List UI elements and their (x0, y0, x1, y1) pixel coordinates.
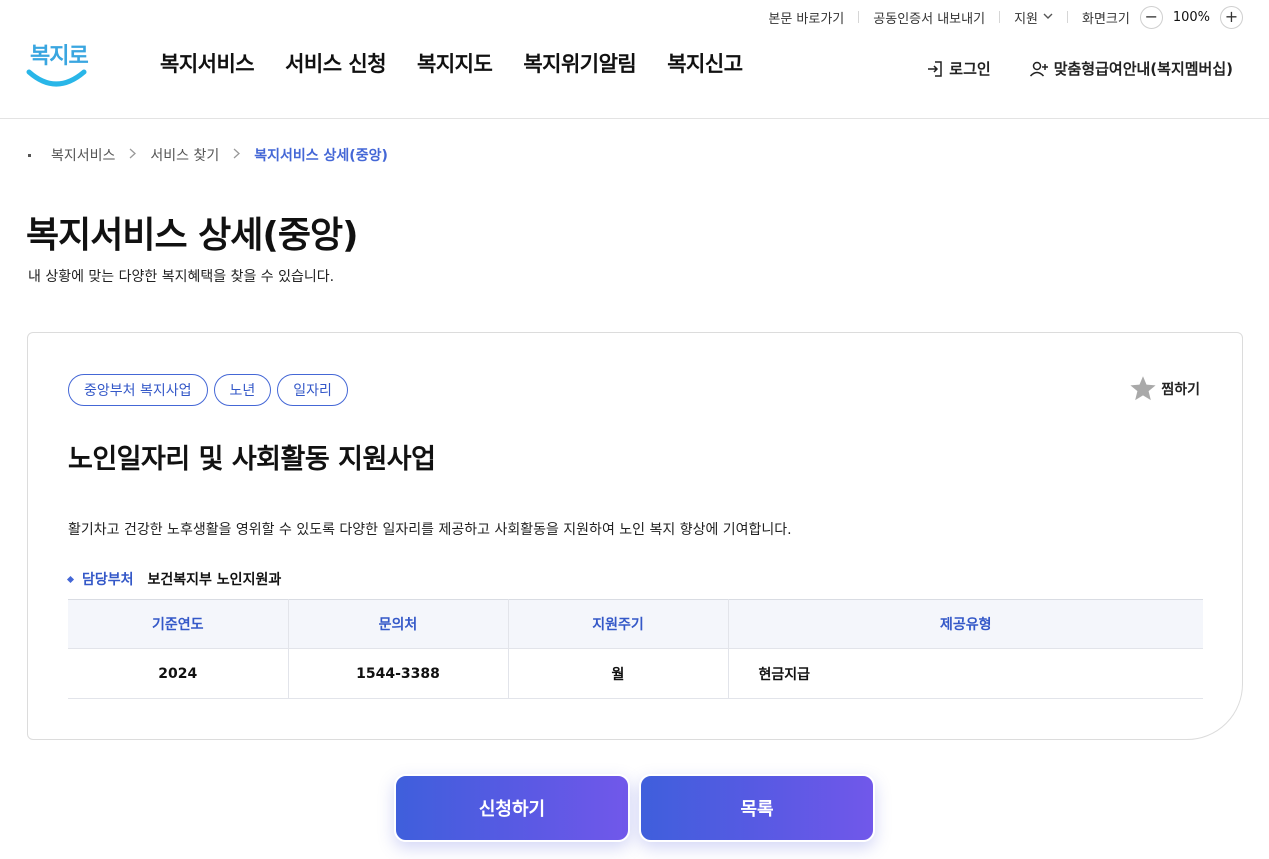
tag-elderly[interactable]: 노년 (213, 374, 272, 406)
chevron-right-icon (233, 148, 241, 163)
tag-central-ministry[interactable]: 중앙부처 복지사업 (68, 374, 208, 406)
skip-to-content-link[interactable]: 본문 바로가기 (768, 8, 844, 27)
table-header-row: 기준연도 문의처 지원주기 제공유형 (68, 599, 1203, 649)
nav-welfare-service[interactable]: 복지서비스 (160, 48, 255, 78)
service-description: 활기차고 건강한 노후생활을 영위할 수 있도록 다양한 일자리를 제공하고 사… (68, 522, 792, 538)
membership-label: 맞춤형급여안내(복지멤버십) (1053, 60, 1233, 78)
star-icon (1130, 376, 1156, 401)
breadcrumb-current: 복지서비스 상세(중앙) (254, 148, 388, 164)
diamond-bullet-icon (66, 575, 75, 583)
nav-welfare-report[interactable]: 복지신고 (667, 48, 743, 78)
login-link[interactable]: 로그인 (926, 58, 991, 79)
zoom-level: 100% (1172, 9, 1210, 25)
zoom-in-button[interactable]: + (1220, 5, 1243, 29)
user-plus-icon (1029, 61, 1048, 77)
service-info-table: 기준연도 문의처 지원주기 제공유형 2024 1544-3388 월 현금지급 (68, 599, 1203, 699)
service-title: 노인일자리 및 사회활동 지원사업 (68, 444, 436, 475)
service-tags: 중앙부처 복지사업 노년 일자리 (68, 374, 354, 406)
department-label: 담당부처 (82, 572, 134, 588)
divider (858, 11, 860, 23)
header-base-year: 기준연도 (68, 599, 289, 649)
nav-crisis-alert[interactable]: 복지위기알림 (523, 48, 636, 78)
login-label: 로그인 (949, 60, 991, 78)
screen-size-label: 화면크기 (1081, 11, 1130, 27)
site-header: 복지로 복지서비스 서비스 신청 복지지도 복지위기알림 복지신고 로그인 맞춤… (0, 34, 1269, 119)
nav-service-apply[interactable]: 서비스 신청 (285, 48, 386, 78)
support-dropdown[interactable]: 지원 (1014, 8, 1053, 27)
divider (999, 11, 1001, 23)
department-info: 담당부처 보건복지부 노인지원과 (66, 569, 282, 589)
main-nav: 복지서비스 서비스 신청 복지지도 복지위기알림 복지신고 (160, 48, 774, 78)
zoom-out-button[interactable]: − (1139, 5, 1163, 29)
breadcrumb: 복지서비스 서비스 찾기 복지서비스 상세(중앙) (28, 145, 388, 165)
divider (1066, 11, 1068, 23)
cell-contact: 1544-3388 (288, 648, 509, 699)
service-detail-card: 중앙부처 복지사업 노년 일자리 찜하기 노인일자리 및 사회활동 지원사업 활… (27, 332, 1243, 740)
cell-support-cycle: 월 (508, 648, 729, 699)
header-support-cycle: 지원주기 (508, 599, 729, 649)
list-button[interactable]: 목록 (639, 774, 875, 842)
nav-welfare-map[interactable]: 복지지도 (417, 48, 493, 78)
page-description: 내 상황에 맞는 다양한 복지혜택을 찾을 수 있습니다. (28, 269, 335, 285)
cell-provision-type: 현금지급 (728, 648, 1203, 699)
header-contact: 문의처 (288, 599, 509, 649)
utility-bar: 본문 바로가기 공동인증서 내보내기 지원 화면크기 − 100% + (768, 0, 1243, 34)
header-actions: 로그인 맞춤형급여안내(복지멤버십) (926, 58, 1233, 79)
login-icon (928, 60, 943, 77)
favorite-button[interactable]: 찜하기 (1129, 375, 1200, 402)
apply-button[interactable]: 신청하기 (394, 774, 630, 842)
membership-link[interactable]: 맞춤형급여안내(복지멤버십) (1029, 58, 1233, 79)
bokjiro-logo[interactable]: 복지로 (26, 36, 89, 92)
table-row: 2024 1544-3388 월 현금지급 (68, 648, 1203, 699)
header-provision-type: 제공유형 (728, 599, 1203, 649)
support-label: 지원 (1014, 11, 1038, 27)
logo-smile-icon (26, 69, 87, 87)
export-cert-link[interactable]: 공동인증서 내보내기 (873, 8, 985, 27)
favorite-label: 찜하기 (1161, 381, 1200, 398)
action-buttons: 신청하기 목록 (394, 774, 884, 842)
department-value: 보건복지부 노인지원과 (147, 572, 282, 588)
chevron-right-icon (129, 148, 137, 163)
home-dot-icon (28, 153, 31, 157)
chevron-down-icon (1043, 12, 1053, 23)
cell-base-year: 2024 (68, 648, 289, 699)
tag-job[interactable]: 일자리 (277, 374, 348, 406)
breadcrumb-item-service-find[interactable]: 서비스 찾기 (150, 145, 219, 165)
breadcrumb-item-welfare-service[interactable]: 복지서비스 (51, 145, 115, 165)
page-title: 복지서비스 상세(중앙) (26, 215, 359, 256)
